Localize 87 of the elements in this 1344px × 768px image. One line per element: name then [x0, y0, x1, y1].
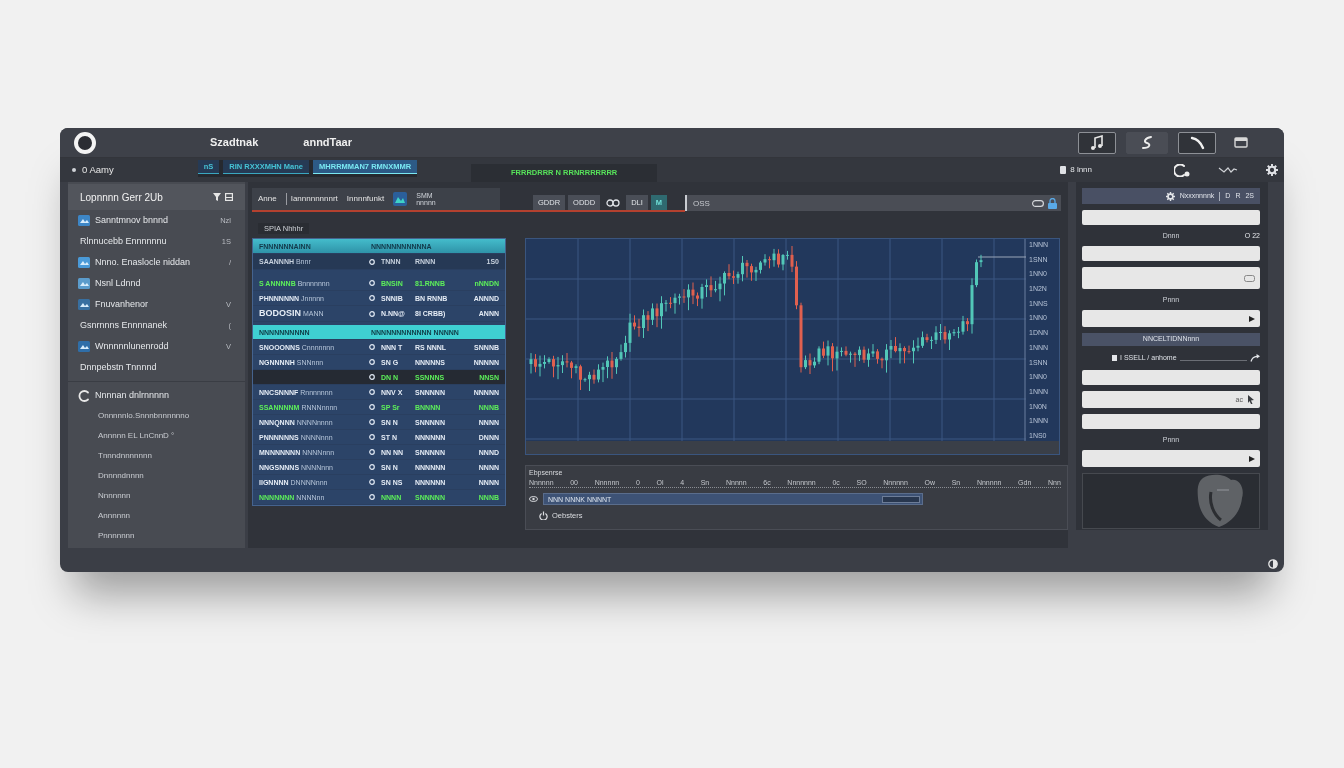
arc-icon — [78, 389, 90, 402]
sidebar-item[interactable]: Dnnpebstn Tnnnnd — [68, 357, 245, 378]
account-name: 0 Aamy — [82, 162, 114, 177]
squiggle-icon[interactable] — [1218, 166, 1238, 174]
toolbar-item[interactable]: Innnnfunkt — [346, 193, 385, 205]
user-name: 8 lnnn — [1070, 164, 1092, 176]
arc-icon[interactable] — [1174, 163, 1190, 177]
title-text: Szadtnak — [210, 136, 259, 149]
curved-arrow-icon[interactable] — [1250, 354, 1260, 362]
toolbar-item[interactable]: Iannnnnnnnrt — [285, 193, 338, 205]
sidebar-subitem[interactable]: Annnnnn — [68, 506, 245, 526]
square-icon — [1112, 355, 1117, 361]
sidebar-item-label: Gsnrnnns Ennnnanek — [80, 318, 168, 332]
half-circle-icon[interactable] — [1268, 559, 1278, 569]
gear-icon[interactable] — [1266, 164, 1278, 176]
tray-icon[interactable] — [225, 193, 233, 201]
logo-icon — [74, 131, 96, 154]
image-icon — [78, 257, 90, 268]
select-field[interactable] — [1082, 310, 1260, 327]
toolbar-item[interactable]: Anne — [258, 193, 277, 205]
eye-icon — [529, 496, 538, 503]
toolbar-button[interactable] — [1178, 131, 1216, 154]
sidebar-item-label: Nnno. Enaslocle niddan — [95, 255, 191, 269]
sidebar-item[interactable]: Nnnnan dnlrnnnnn — [68, 385, 245, 406]
sidebar-item-label: Rlnnucebb Ennnnnnu — [80, 234, 167, 248]
pill-icon — [1244, 274, 1255, 282]
sidebar-item-label: Wnnnnnlunenrodd — [95, 339, 169, 353]
image-icon — [78, 278, 90, 289]
input-field[interactable] — [1082, 267, 1260, 289]
sidebar-subitem[interactable]: Tnnndnnnnnnn — [68, 446, 245, 466]
window-icon[interactable] — [1234, 137, 1248, 148]
doc-icon — [1060, 166, 1067, 174]
swirl-icon — [1141, 135, 1153, 150]
input-field[interactable] — [1082, 391, 1260, 408]
toolbar-button[interactable] — [1078, 131, 1116, 154]
title-text: anndTaar — [303, 136, 352, 149]
ring-icon — [369, 464, 375, 470]
status-dot-icon — [72, 168, 76, 172]
lock-icon[interactable] — [1048, 197, 1057, 209]
ring-icon — [369, 389, 375, 395]
caret-icon — [1249, 455, 1255, 462]
gear-icon[interactable] — [1165, 191, 1175, 201]
image-icon — [78, 341, 90, 352]
power-icon[interactable] — [539, 511, 548, 521]
ring-icon — [369, 494, 375, 500]
caret-icon — [1249, 315, 1255, 322]
ring-icon — [369, 479, 375, 485]
sidebar-subitem[interactable]: Dnnnndnnnn — [68, 466, 245, 486]
sidebar-item-label: Nnnnan dnlrnnnnn — [95, 388, 170, 402]
sidebar-subitem[interactable]: Nnnnnnn — [68, 486, 245, 506]
pill-icon[interactable] — [1032, 199, 1044, 207]
link-icon — [606, 198, 621, 207]
stroke-icon — [1189, 135, 1205, 150]
toolbar-button[interactable] — [1126, 131, 1168, 154]
ring-icon — [369, 419, 375, 425]
sidebar-subitem[interactable]: Onnnnnlo.Snnnbnnnnnno — [68, 406, 245, 426]
select-field[interactable] — [1082, 450, 1260, 467]
input-field[interactable] — [1082, 210, 1260, 225]
sidebar-item-label: Sanntmnov bnnnd — [95, 213, 169, 227]
scrubber-handle[interactable] — [882, 495, 920, 503]
image-icon — [78, 299, 90, 310]
ring-icon — [369, 359, 375, 365]
image-icon — [393, 192, 408, 206]
ring-icon — [369, 310, 375, 317]
sidebar-item-label: Dnnpebstn Tnnnnd — [80, 360, 157, 374]
ring-icon — [369, 258, 375, 265]
sidebar-title: Lopnnnn Gerr 2Ub — [80, 190, 163, 205]
input-field[interactable] — [1082, 370, 1260, 385]
ring-icon — [369, 280, 375, 286]
sidebar-subitem[interactable]: Annnnn EL LnCnnD ° — [68, 426, 245, 446]
ring-icon — [369, 449, 375, 455]
sidebar-item-label: Nsnl Ldnnd — [95, 276, 141, 290]
ring-icon — [369, 344, 375, 350]
input-field[interactable] — [1082, 246, 1260, 261]
note-icon — [1090, 135, 1104, 150]
image-icon — [78, 215, 90, 226]
ring-icon — [369, 374, 375, 380]
ring-icon — [369, 434, 375, 440]
search-field[interactable]: OSS — [685, 195, 1061, 211]
sidebar-subitem[interactable]: Pnnnnnnn — [68, 526, 245, 546]
ring-icon — [369, 295, 375, 301]
sidebar-item[interactable]: Nsnl Ldnnd — [68, 273, 245, 294]
funnel-icon[interactable] — [213, 193, 221, 201]
input-field[interactable] — [1082, 414, 1260, 429]
pointer-icon — [1247, 395, 1255, 404]
sidebar-item-label: Fnuvanhenor — [95, 297, 149, 311]
ring-icon — [369, 404, 375, 410]
